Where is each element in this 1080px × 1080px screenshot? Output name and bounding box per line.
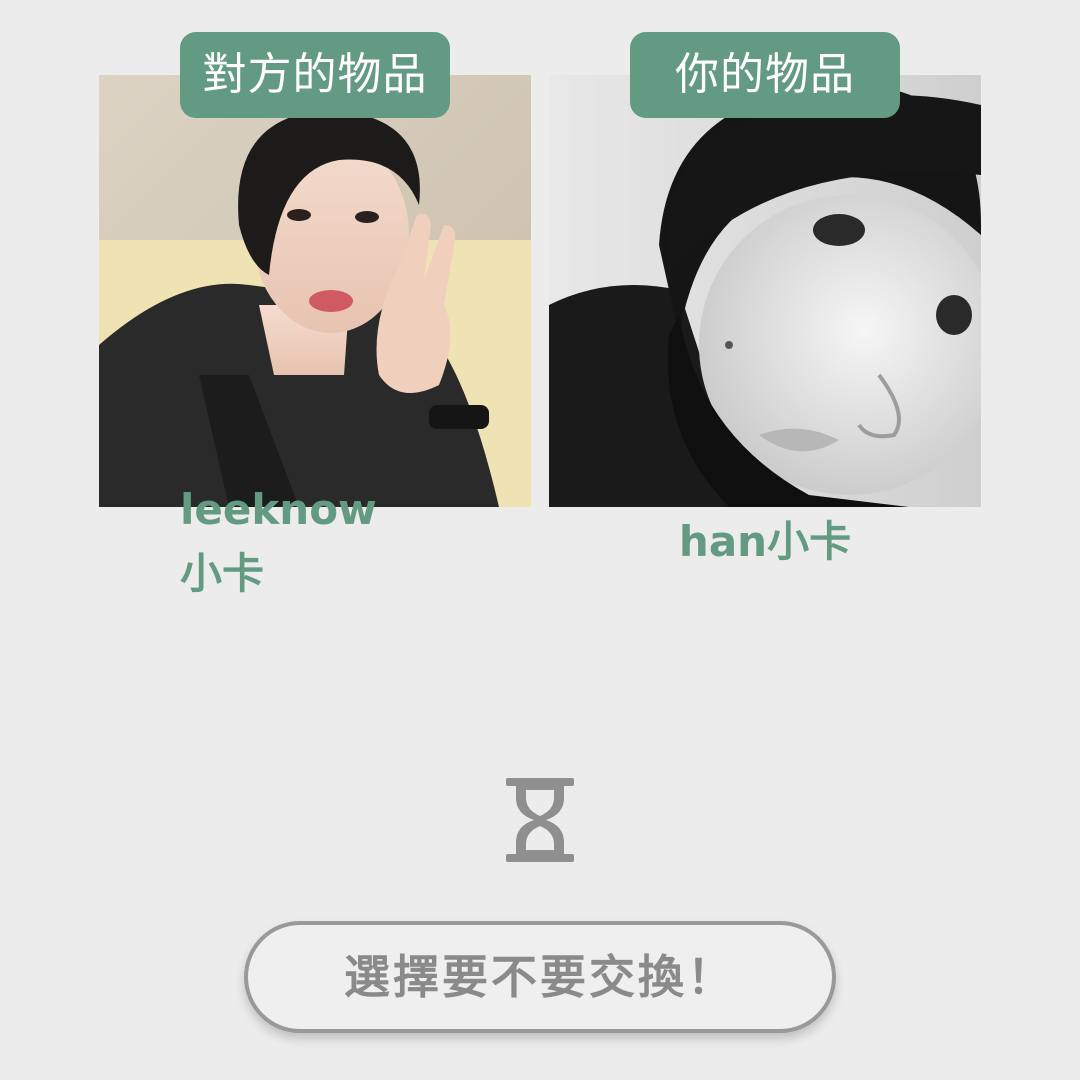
their-item-tag: 對方的物品: [180, 32, 450, 118]
your-item-photo-image: [549, 75, 981, 507]
your-item-name: han小卡: [678, 517, 852, 566]
their-item-name: leeknow小卡: [180, 485, 377, 598]
choose-exchange-button[interactable]: 選擇要不要交換！: [244, 921, 836, 1033]
your-item-photo[interactable]: [549, 75, 981, 507]
their-item-photo-image: [99, 75, 531, 507]
their-item-photo[interactable]: [99, 75, 531, 507]
your-item-tag: 你的物品: [630, 32, 900, 118]
hourglass-icon: [504, 776, 576, 864]
